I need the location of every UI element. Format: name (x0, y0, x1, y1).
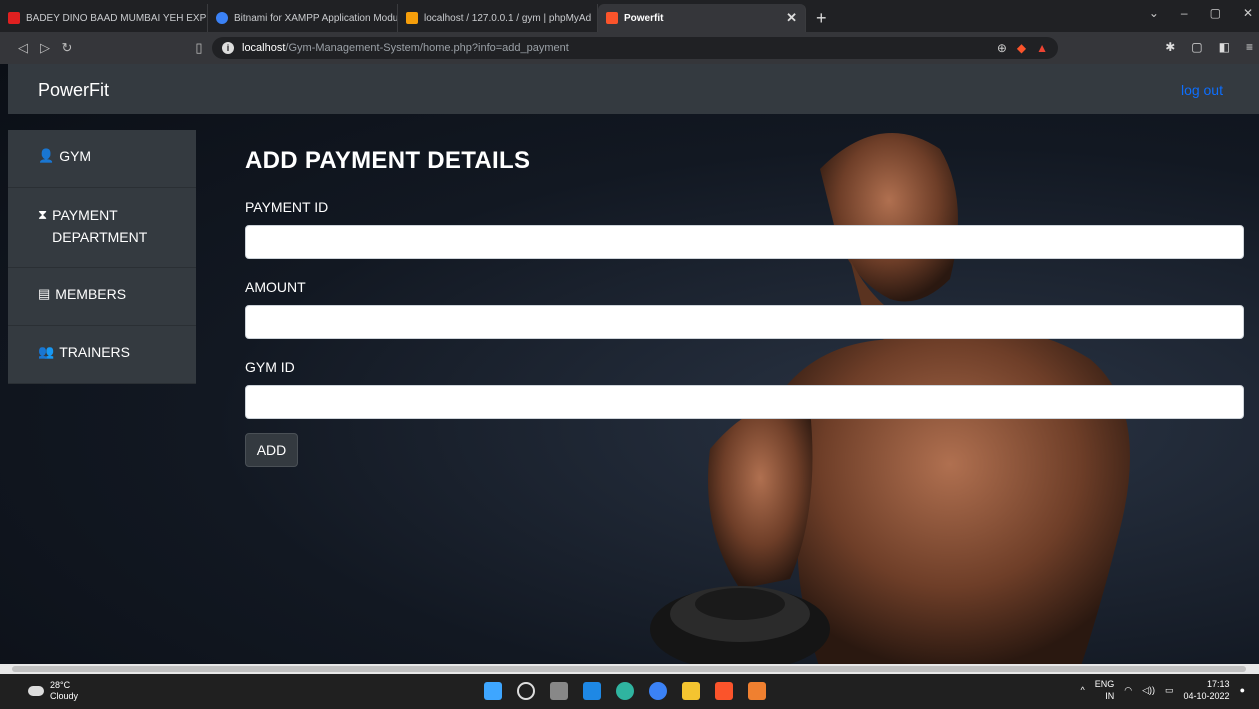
site-info-icon[interactable]: i (222, 42, 234, 54)
tab-title: localhost / 127.0.0.1 / gym | phpMyAd (424, 12, 592, 24)
tab-title: BADEY DINO BAAD MUMBAI YEH EXP (26, 12, 207, 24)
brave-shield-icon[interactable]: ◆ (1017, 41, 1026, 55)
users-icon: 👥 (38, 344, 55, 359)
close-tab-icon[interactable]: ✕ (786, 10, 797, 26)
logout-link[interactable]: log out (1181, 82, 1223, 98)
zoom-icon[interactable]: ⊕ (997, 41, 1007, 55)
menu-icon[interactable]: ≡ (1246, 40, 1253, 54)
youtube-icon (8, 12, 20, 24)
system-tray: ^ ENG IN ◠ ◁)) ▭ 17:13 04-10-2022 ● (1080, 678, 1245, 702)
brand-logo[interactable]: PowerFit (38, 80, 109, 101)
url-path: /Gym-Management-System/home.php?info=add… (285, 42, 569, 54)
lang-label: ENG (1094, 679, 1115, 689)
bitnami-icon (216, 12, 228, 24)
file-explorer-icon[interactable] (682, 682, 700, 700)
url-host: localhost (242, 42, 286, 54)
chevron-up-icon[interactable]: ^ (1080, 685, 1084, 695)
sidebar-item-trainers[interactable]: 👥 TRAINERS (8, 326, 196, 384)
add-button[interactable]: ADD (245, 433, 298, 467)
temperature: 28°C (50, 680, 71, 690)
bookmark-icon[interactable]: ▯ (188, 40, 210, 56)
gym-id-label: GYM ID (245, 359, 295, 375)
brave-rewards-icon[interactable]: ▲ (1036, 41, 1048, 55)
cloud-icon (28, 686, 44, 696)
browser-tab[interactable]: localhost / 127.0.0.1 / gym | phpMyAd (398, 4, 598, 32)
windows-start-icon[interactable] (484, 682, 502, 700)
horizontal-scrollbar[interactable] (0, 664, 1259, 674)
sidebar-item-label: MEMBERS (55, 286, 127, 302)
app-blue-icon[interactable] (649, 682, 667, 700)
payment-id-label: PAYMENT ID (245, 199, 329, 215)
address-bar[interactable]: i localhost/Gym-Management-System/home.p… (212, 37, 1058, 59)
region-label: IN (1105, 691, 1115, 701)
volume-icon[interactable]: ◁)) (1142, 685, 1155, 696)
edge-icon[interactable] (616, 682, 634, 700)
tab-title: Bitnami for XAMPP Application Modu (234, 12, 398, 24)
xampp-icon (606, 12, 618, 24)
app-l-icon[interactable] (583, 682, 601, 700)
browser-tab-active[interactable]: Powerfit ✕ (598, 4, 806, 32)
extensions-icon[interactable]: ✱ (1165, 40, 1175, 54)
window-close-icon[interactable]: ✕ (1243, 6, 1253, 20)
amount-label: AMOUNT (245, 279, 306, 295)
brave-icon[interactable] (715, 682, 733, 700)
weather-condition: Cloudy (50, 691, 79, 701)
window-controls: ⌄ – ▢ ✕ (1149, 6, 1253, 20)
wifi-icon[interactable]: ◠ (1124, 685, 1132, 696)
weather-widget[interactable]: 28°C Cloudy (28, 680, 78, 702)
back-icon[interactable]: ◁ (12, 40, 34, 56)
add-payment-form: ADD PAYMENT DETAILS PAYMENT ID AMOUNT GY… (245, 147, 1245, 467)
tab-search-icon[interactable]: ⌄ (1149, 6, 1159, 20)
time-label: 17:13 (1207, 679, 1230, 689)
user-icon: 👤 (38, 148, 55, 163)
sidebar-item-members[interactable]: ▤ MEMBERS (8, 268, 196, 326)
page-viewport: PowerFit log out 👤 GYM ⧗ PAYMENT DEPARTM… (0, 64, 1259, 664)
sidebar-item-gym[interactable]: 👤 GYM (8, 130, 196, 188)
windows-taskbar: 28°C Cloudy ^ ENG IN ◠ ◁)) ▭ 17:13 04-10… (0, 674, 1259, 709)
page-title: ADD PAYMENT DETAILS (245, 147, 531, 174)
sidebar-item-label: GYM (59, 148, 92, 164)
sidebar-item-payment-department[interactable]: ⧗ PAYMENT DEPARTMENT (8, 188, 196, 268)
payment-icon: ⧗ (38, 207, 48, 222)
date-label: 04-10-2022 (1183, 691, 1230, 701)
language-indicator[interactable]: ENG IN (1095, 678, 1115, 702)
minimize-icon[interactable]: – (1181, 6, 1188, 20)
wallet-icon[interactable]: ◧ (1219, 40, 1230, 54)
xampp-icon[interactable] (748, 682, 766, 700)
top-navbar: PowerFit log out (8, 64, 1259, 114)
amount-field[interactable] (245, 305, 1244, 339)
maximize-icon[interactable]: ▢ (1210, 6, 1221, 20)
forward-icon[interactable]: ▷ (34, 40, 56, 56)
notification-icon[interactable]: ● (1240, 685, 1245, 695)
scrollbar-thumb[interactable] (12, 666, 1246, 672)
browser-tab-strip: BADEY DINO BAAD MUMBAI YEH EXP Bitnami f… (0, 0, 1259, 32)
sidebar-item-label: TRAINERS (59, 344, 130, 360)
gym-id-field[interactable] (245, 385, 1244, 419)
taskbar-apps (484, 682, 766, 700)
battery-icon[interactable]: ▭ (1165, 685, 1174, 696)
payment-id-field[interactable] (245, 225, 1244, 259)
browser-tab[interactable]: BADEY DINO BAAD MUMBAI YEH EXP (0, 4, 208, 32)
tab-title: Powerfit (624, 12, 664, 24)
phpmyadmin-icon (406, 12, 418, 24)
search-icon[interactable] (517, 682, 535, 700)
omnibox-actions: ⊕ ◆ ▲ (997, 41, 1048, 55)
sidebar-item-label: PAYMENT DEPARTMENT (52, 207, 148, 245)
reload-icon[interactable]: ↻ (56, 40, 78, 56)
task-view-icon[interactable] (550, 682, 568, 700)
sidebar: 👤 GYM ⧗ PAYMENT DEPARTMENT ▤ MEMBERS 👥 T… (8, 130, 196, 384)
new-tab-button[interactable]: + (806, 4, 837, 32)
browser-tab[interactable]: Bitnami for XAMPP Application Modu (208, 4, 398, 32)
sidebar-icon[interactable]: ▢ (1191, 40, 1202, 54)
clock[interactable]: 17:13 04-10-2022 (1184, 678, 1230, 702)
extensions-area: ✱ ▢ ◧ ≡ (1165, 40, 1253, 54)
list-icon: ▤ (38, 286, 51, 301)
